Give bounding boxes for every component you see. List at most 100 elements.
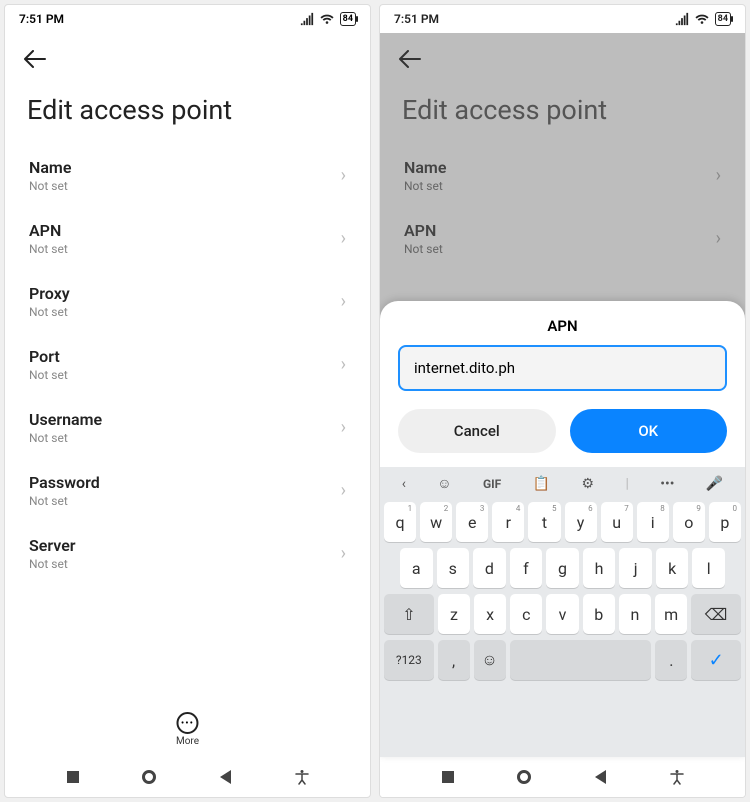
chevron-right-icon: › (341, 417, 346, 438)
key-k[interactable]: k (656, 548, 689, 588)
status-bar: 7:51 PM 84 (380, 5, 745, 33)
setting-server[interactable]: ServerNot set › (15, 522, 360, 585)
kbd-mic-icon[interactable]: 🎤 (706, 476, 723, 492)
key-enter[interactable]: ✓ (691, 640, 741, 680)
key-s[interactable]: s (437, 548, 470, 588)
key-g[interactable]: g (546, 548, 579, 588)
key-x[interactable]: x (474, 594, 506, 634)
battery-icon: 84 (340, 12, 356, 26)
nav-home[interactable] (140, 768, 158, 786)
more-icon: ••• (176, 712, 198, 734)
setting-value: Not set (29, 368, 68, 382)
dialog-title: APN (380, 301, 745, 345)
back-button[interactable] (398, 49, 422, 74)
key-t[interactable]: t5 (528, 502, 560, 542)
kbd-collapse-icon[interactable]: ‹ (402, 476, 406, 492)
content-area: Edit access point NameNot set › APN Not s… (380, 33, 745, 757)
setting-label: Name (404, 158, 446, 177)
nav-bar (5, 757, 370, 797)
setting-value: Not set (404, 242, 443, 256)
setting-proxy[interactable]: ProxyNot set › (15, 270, 360, 333)
setting-port[interactable]: PortNot set › (15, 333, 360, 396)
key-j[interactable]: j (619, 548, 652, 588)
key-shift[interactable]: ⇧ (384, 594, 434, 634)
setting-label: Username (29, 410, 102, 429)
key-h[interactable]: h (583, 548, 616, 588)
key-b[interactable]: b (583, 594, 615, 634)
status-time: 7:51 PM (394, 12, 439, 26)
setting-apn[interactable]: APN Not set › (390, 207, 735, 270)
chevron-right-icon: › (341, 291, 346, 312)
nav-recent[interactable] (64, 768, 82, 786)
key-f[interactable]: f (510, 548, 543, 588)
setting-label: Server (29, 536, 76, 555)
key-m[interactable]: m (655, 594, 687, 634)
kbd-sticker-icon[interactable]: ☺ (437, 475, 451, 492)
key-d[interactable]: d (473, 548, 506, 588)
kbd-gif-button[interactable]: GIF (483, 477, 501, 491)
chevron-right-icon: › (341, 165, 346, 186)
nav-back[interactable] (592, 768, 610, 786)
chevron-right-icon: › (341, 543, 346, 564)
setting-password[interactable]: PasswordNot set › (15, 459, 360, 522)
key-v[interactable]: v (546, 594, 578, 634)
key-a[interactable]: a (400, 548, 433, 588)
key-r[interactable]: r4 (492, 502, 524, 542)
key-u[interactable]: u7 (601, 502, 633, 542)
key-c[interactable]: c (510, 594, 542, 634)
key-i[interactable]: i8 (637, 502, 669, 542)
setting-name[interactable]: NameNot set › (390, 144, 735, 207)
setting-value: Not set (29, 431, 102, 445)
key-backspace[interactable]: ⌫ (691, 594, 741, 634)
setting-name[interactable]: NameNot set › (15, 144, 360, 207)
key-emoji[interactable]: ☺ (474, 640, 506, 680)
battery-icon: 84 (715, 12, 731, 26)
setting-apn[interactable]: APNNot set › (15, 207, 360, 270)
apn-input[interactable] (398, 345, 727, 391)
chevron-right-icon: › (716, 228, 721, 249)
phone-right: 7:51 PM 84 Edit access point NameNot set… (379, 4, 746, 798)
key-l[interactable]: l (692, 548, 725, 588)
setting-label: Port (29, 347, 68, 366)
chevron-right-icon: › (341, 228, 346, 249)
setting-value: Not set (29, 305, 70, 319)
key-space[interactable] (510, 640, 652, 680)
nav-back[interactable] (217, 768, 235, 786)
key-n[interactable]: n (619, 594, 651, 634)
key-y[interactable]: y6 (565, 502, 597, 542)
nav-bar (380, 757, 745, 797)
more-label: More (176, 736, 199, 747)
keyboard-row-4: ?123 , ☺ . ✓ (384, 640, 741, 680)
nav-recent[interactable] (439, 768, 457, 786)
wifi-icon (320, 12, 334, 26)
key-z[interactable]: z (438, 594, 470, 634)
key-o[interactable]: o9 (673, 502, 705, 542)
more-button[interactable]: ••• More (176, 712, 199, 747)
status-icons: 84 (300, 12, 356, 26)
setting-label: Password (29, 473, 100, 492)
keyboard-row-2: asdfghjkl (384, 548, 741, 588)
setting-username[interactable]: Username Not set › (15, 396, 360, 459)
page-title: Edit access point (5, 80, 370, 144)
kbd-clipboard-icon[interactable]: 📋 (533, 476, 550, 492)
status-time: 7:51 PM (19, 12, 64, 26)
chevron-right-icon: › (716, 165, 721, 186)
key-period[interactable]: . (655, 640, 687, 680)
back-button[interactable] (23, 49, 47, 74)
key-p[interactable]: p0 (709, 502, 741, 542)
setting-value: Not set (29, 494, 100, 508)
nav-home[interactable] (515, 768, 533, 786)
key-symbols[interactable]: ?123 (384, 640, 434, 680)
kbd-more-icon[interactable]: ••• (660, 476, 674, 492)
nav-accessibility[interactable] (293, 768, 311, 786)
key-w[interactable]: w2 (420, 502, 452, 542)
cancel-button[interactable]: Cancel (398, 409, 556, 453)
key-comma[interactable]: , (438, 640, 470, 680)
key-q[interactable]: q1 (384, 502, 416, 542)
page-title: Edit access point (380, 80, 745, 144)
kbd-settings-icon[interactable]: ⚙ (581, 476, 594, 492)
setting-label: APN (404, 221, 443, 240)
nav-accessibility[interactable] (668, 768, 686, 786)
key-e[interactable]: e3 (456, 502, 488, 542)
ok-button[interactable]: OK (570, 409, 728, 453)
